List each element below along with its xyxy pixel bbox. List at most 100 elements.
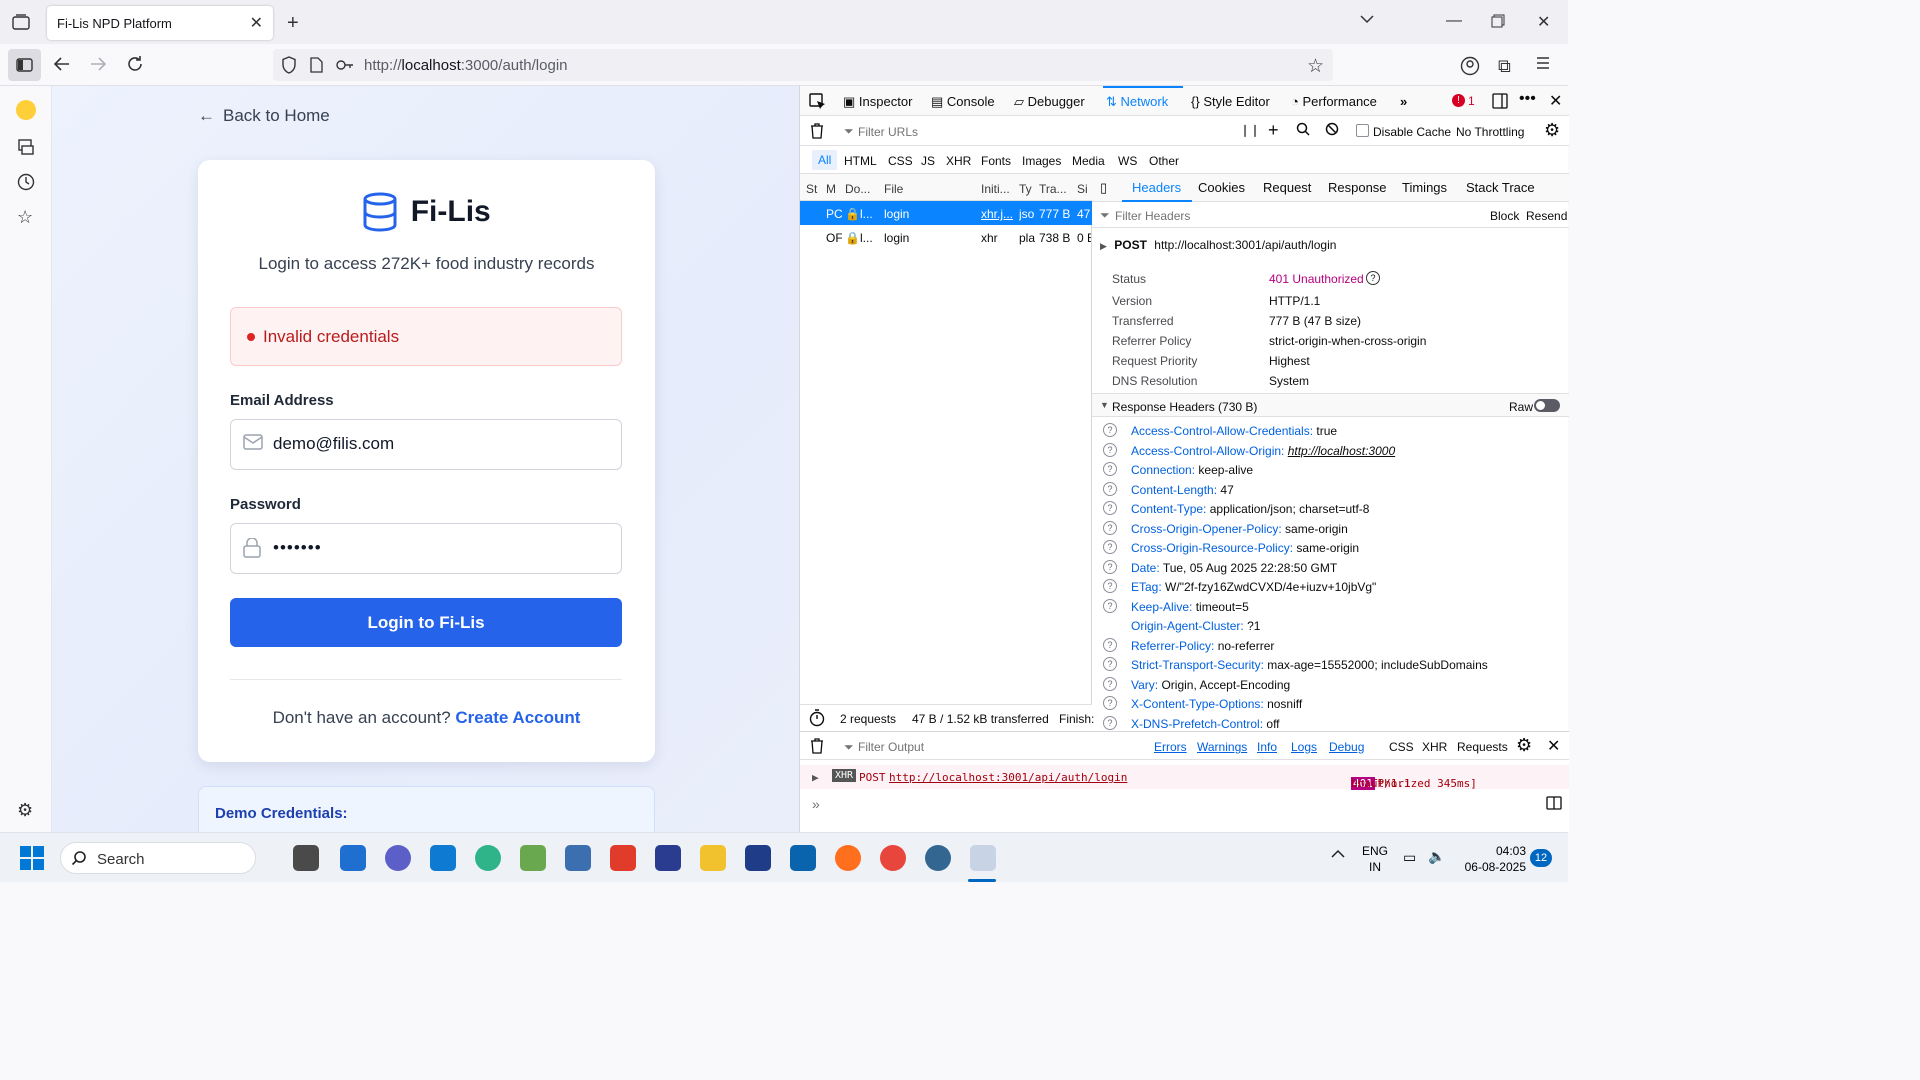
synced-tabs-icon[interactable]	[17, 138, 35, 156]
help-icon[interactable]: ?	[1103, 637, 1117, 652]
help-icon[interactable]: ?	[1103, 501, 1117, 515]
vscode-icon[interactable]	[430, 845, 456, 871]
level-warnings[interactable]: Warnings	[1197, 740, 1247, 754]
type-filter-html[interactable]: HTML	[844, 154, 877, 168]
widgets-icon[interactable]	[340, 845, 366, 871]
account-icon[interactable]	[1460, 56, 1480, 76]
key-icon[interactable]	[336, 59, 354, 71]
request-row[interactable]: 20 OF 🔒 l... login xhr pla 738 B 0 E	[800, 225, 1092, 249]
tab-response[interactable]: Response	[1328, 180, 1387, 195]
notification-badge[interactable]: 12	[1530, 849, 1552, 867]
block-button[interactable]: Block	[1490, 209, 1519, 223]
create-account-link[interactable]: Create Account	[455, 708, 580, 727]
help-icon[interactable]: ?	[1103, 579, 1117, 593]
url-text[interactable]: http://localhost:3000/auth/login	[364, 57, 568, 74]
help-icon[interactable]: ?	[1103, 598, 1117, 613]
edge-icon[interactable]	[475, 845, 501, 871]
powershell-icon[interactable]	[655, 845, 681, 871]
help-icon[interactable]: ?	[1103, 676, 1117, 691]
bookmarks-star-icon[interactable]: ☆	[17, 207, 33, 228]
filter-headers-input[interactable]: Filter Headers	[1115, 209, 1190, 223]
help-icon[interactable]: ?	[1103, 520, 1117, 535]
filter-urls-input[interactable]: Filter URLs	[858, 125, 918, 139]
password-field[interactable]: •••••••	[230, 523, 622, 574]
type-filter-js[interactable]: JS	[921, 154, 935, 168]
console-url[interactable]: http://localhost:3001/api/auth/login	[889, 771, 1127, 784]
volume-icon[interactable]: 🔈	[1428, 848, 1445, 865]
col-size[interactable]: Si	[1077, 182, 1088, 196]
filter-xhr[interactable]: XHR	[1422, 740, 1447, 754]
pause-icon[interactable]: ❙❙	[1240, 123, 1260, 137]
type-filter-media[interactable]: Media	[1072, 154, 1105, 168]
help-icon[interactable]: ?	[1103, 696, 1117, 710]
element-picker-icon[interactable]	[809, 93, 826, 110]
type-filter-images[interactable]: Images	[1022, 154, 1061, 168]
snipping-tool-icon[interactable]	[970, 845, 996, 871]
add-icon[interactable]: +	[1268, 120, 1279, 141]
chevron-up-icon[interactable]	[1331, 849, 1345, 859]
type-filter-css[interactable]: CSS	[888, 154, 913, 168]
filter-requests[interactable]: Requests	[1457, 740, 1508, 754]
console-message[interactable]: ▶ XHR POST http://localhost:3001/api/aut…	[800, 765, 1569, 790]
level-logs[interactable]: Logs	[1291, 740, 1317, 754]
postgres-icon[interactable]	[925, 845, 951, 871]
close-tab-icon[interactable]: ✕	[250, 13, 263, 33]
col-domain[interactable]: Do...	[845, 182, 870, 196]
search-icon[interactable]	[1296, 122, 1310, 136]
type-filter-other[interactable]: Other	[1149, 154, 1179, 168]
windows-start-icon[interactable]	[20, 846, 44, 870]
type-filter-ws[interactable]: WS	[1118, 154, 1137, 168]
chrome-icon[interactable]	[880, 845, 906, 871]
toggle-sidebar-icon[interactable]: ▯	[1100, 180, 1107, 196]
resend-button[interactable]: Resend	[1526, 209, 1567, 223]
tab-performance[interactable]: ◔ Performance	[1291, 94, 1377, 109]
language-indicator[interactable]: ENG IN	[1362, 843, 1388, 875]
help-icon[interactable]: ?	[1103, 715, 1117, 730]
address-bar[interactable]: http://localhost:3000/auth/login ☆	[273, 49, 1333, 81]
split-console-icon[interactable]	[1546, 796, 1562, 810]
firefox-icon[interactable]	[835, 845, 861, 871]
col-type[interactable]: Ty	[1019, 182, 1032, 196]
trash-icon[interactable]	[810, 123, 824, 139]
trash-icon[interactable]	[810, 738, 824, 754]
close-devtools-icon[interactable]: ✕	[1549, 91, 1562, 111]
help-icon[interactable]: ?	[1103, 423, 1117, 437]
browser-tab[interactable]: Fi-Lis NPD Platform ✕	[47, 6, 273, 40]
app-icon[interactable]	[520, 845, 546, 871]
type-filter-fonts[interactable]: Fonts	[981, 154, 1011, 168]
reload-icon[interactable]	[126, 55, 144, 73]
git-icon[interactable]	[610, 845, 636, 871]
close-window-icon[interactable]: ✕	[1537, 12, 1550, 32]
help-icon[interactable]: ?	[1103, 540, 1117, 554]
more-options-icon[interactable]: •••	[1519, 90, 1536, 108]
shield-icon[interactable]	[281, 56, 297, 74]
clock[interactable]: 04:03 06-08-2025	[1460, 843, 1526, 875]
chevron-down-icon[interactable]	[1360, 14, 1374, 24]
block-icon[interactable]	[1325, 122, 1339, 136]
network-app-icon[interactable]	[565, 845, 591, 871]
col-method[interactable]: M	[826, 182, 836, 196]
task-view-icon[interactable]	[293, 845, 319, 871]
meet-icon[interactable]	[385, 845, 411, 871]
type-filter-all[interactable]: All	[812, 150, 838, 170]
tab-cookies[interactable]: Cookies	[1198, 180, 1245, 195]
col-file[interactable]: File	[884, 182, 903, 196]
network-settings-gear-icon[interactable]: ⚙	[1544, 120, 1560, 141]
response-headers-section[interactable]: ▼ Response Headers (730 B) Raw	[1092, 393, 1569, 417]
taskbar-search[interactable]: Search	[60, 842, 256, 874]
help-icon[interactable]: ?	[1103, 442, 1117, 457]
back-arrow-icon[interactable]	[53, 56, 71, 72]
tab-request[interactable]: Request	[1263, 180, 1311, 195]
raw-toggle[interactable]	[1534, 399, 1560, 412]
tab-headers[interactable]: Headers	[1132, 180, 1181, 195]
outlook-icon[interactable]	[790, 845, 816, 871]
email-field[interactable]: demo@filis.com	[230, 419, 622, 470]
kiro-icon[interactable]	[745, 845, 771, 871]
ai-chatbot-icon[interactable]	[16, 100, 36, 120]
restore-icon[interactable]	[1491, 14, 1505, 28]
col-initiator[interactable]: Initi...	[981, 182, 1010, 196]
help-icon[interactable]: ?	[1103, 462, 1117, 476]
file-explorer-icon[interactable]	[700, 845, 726, 871]
more-tabs-icon[interactable]: »	[1400, 94, 1407, 109]
wifi-icon[interactable]: ▭	[1403, 849, 1416, 866]
